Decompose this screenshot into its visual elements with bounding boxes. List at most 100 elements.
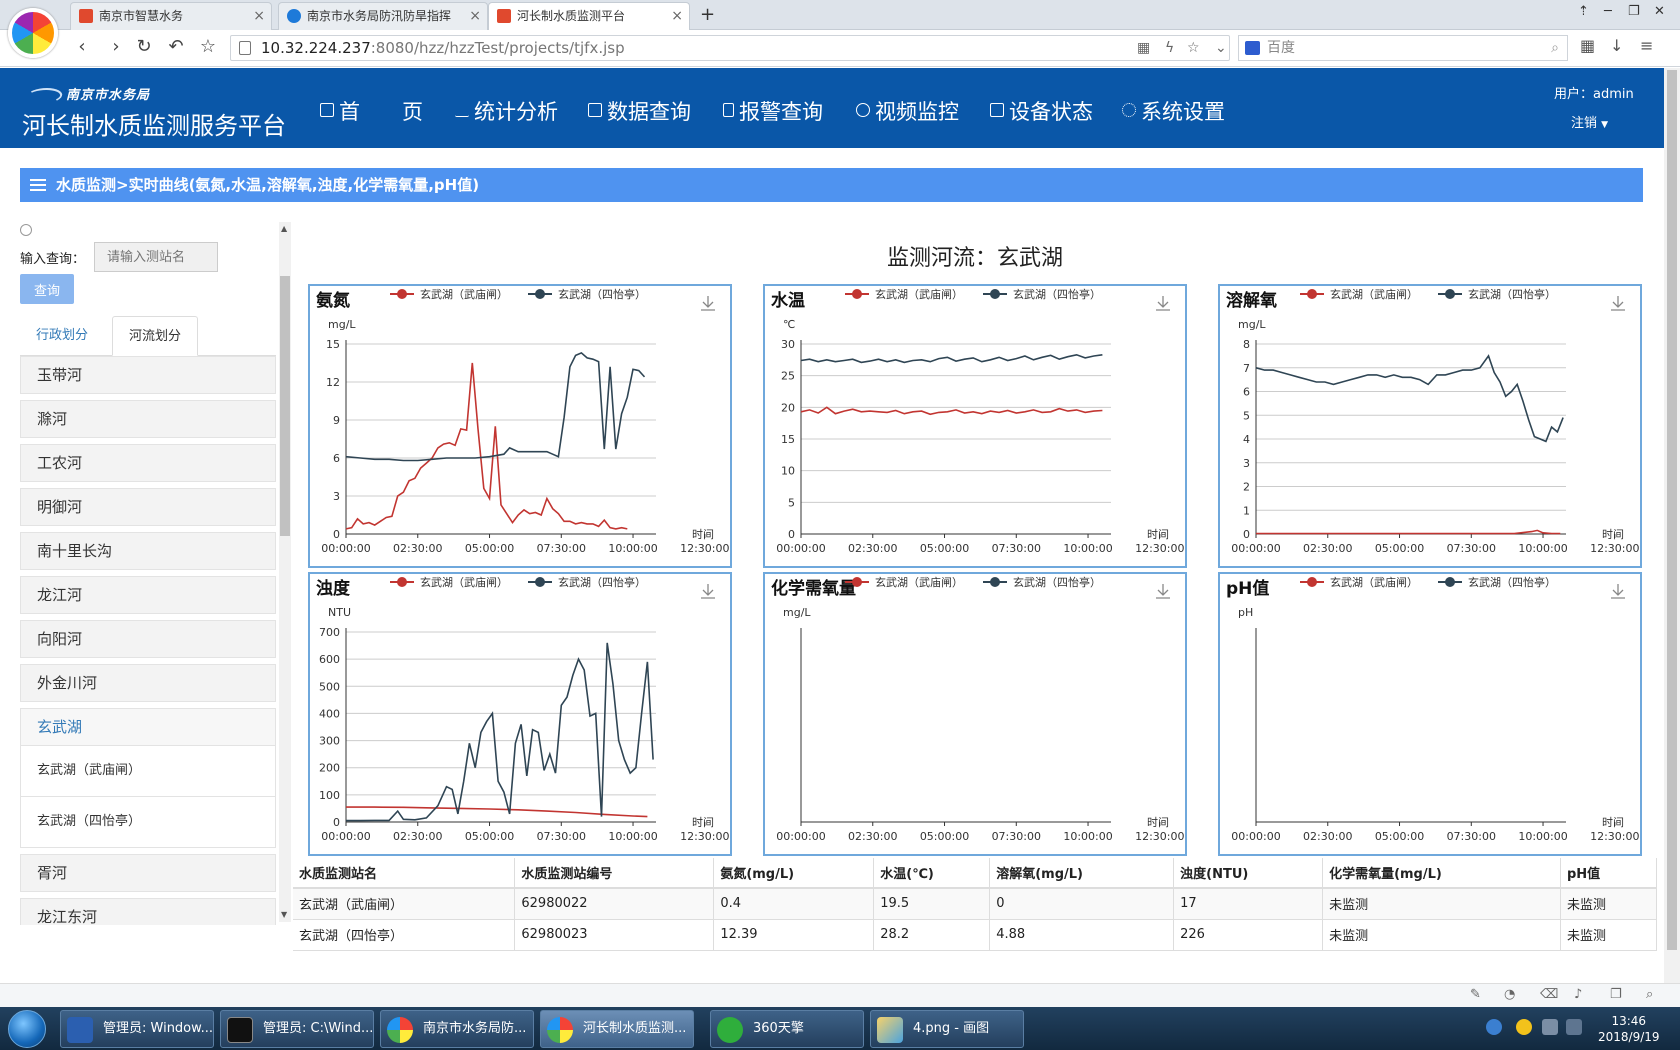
x-tick-label: 12:30:00 <box>680 830 729 843</box>
menu-icon[interactable]: ≡ <box>1640 36 1653 55</box>
river-item[interactable]: 龙江东河 <box>20 898 276 925</box>
browser-tab-title: 河长制水质监测平台 <box>517 9 626 23</box>
volume-tray-icon[interactable] <box>1566 1019 1582 1035</box>
logout-dropdown[interactable]: 注销 ▼ <box>1571 112 1608 131</box>
start-button[interactable] <box>8 1010 46 1048</box>
nav-system-settings[interactable]: 系统设置 <box>1122 96 1225 126</box>
browser-tab-title: 南京市水务局防汛防旱指挥 <box>307 9 452 23</box>
y-tick-label: 5 <box>788 496 795 509</box>
radio-button[interactable] <box>20 224 32 236</box>
close-tab-icon[interactable]: × <box>671 3 683 29</box>
favorite-star-icon[interactable]: ☆ <box>196 36 220 57</box>
x-tick-label: 02:30:00 <box>1303 830 1352 843</box>
volume-icon[interactable]: ♪ <box>1574 987 1582 1002</box>
lightning-icon[interactable]: ϟ <box>1165 36 1174 60</box>
forward-button[interactable]: › <box>104 36 128 57</box>
tab-admin-division[interactable]: 行政划分 <box>20 316 104 356</box>
taskbar-item[interactable]: 南京市水务局防... <box>380 1010 534 1048</box>
station-item[interactable]: 玄武湖（武庙闸） <box>20 746 276 797</box>
river-item[interactable]: 胥河 <box>20 854 276 892</box>
scroll-up-icon[interactable]: ▲ <box>281 224 287 233</box>
query-button[interactable]: 查询 <box>20 274 74 304</box>
url-field[interactable]: 10.32.224.237:8080/hzz/hzzTest/projects/… <box>230 35 1230 61</box>
search-input[interactable]: 百度 ⌕ <box>1238 35 1568 61</box>
river-item[interactable]: 工农河 <box>20 444 276 482</box>
series-line <box>345 351 646 462</box>
close-window-button[interactable]: ✕ <box>1654 4 1665 19</box>
x-axis-label: 时间 <box>692 528 714 541</box>
nav-alarm-query[interactable]: 报警查询 <box>723 96 823 126</box>
zoom-icon[interactable]: ⌕ <box>1646 987 1653 1002</box>
reload-button[interactable]: ↻ <box>132 36 156 57</box>
apps-grid-icon[interactable]: ▦ <box>1580 36 1595 55</box>
pin-icon[interactable]: ✎ <box>1470 987 1481 1002</box>
river-item[interactable]: 龙江河 <box>20 576 276 614</box>
chart-title: 溶解氧 <box>1226 290 1277 311</box>
back-button[interactable]: ‹ <box>70 36 94 57</box>
river-item[interactable]: 滁河 <box>20 400 276 438</box>
speed-icon[interactable]: ◔ <box>1504 987 1515 1002</box>
nav-statistics[interactable]: 统计分析 <box>455 96 558 126</box>
legend-marker <box>535 577 545 587</box>
scroll-down-icon[interactable]: ▼ <box>281 910 287 919</box>
chart-svg: 浊度 玄武湖（武庙闸） 玄武湖（四怡亭） NTU 时间 0 100 200 300 400 500 6… <box>316 575 729 843</box>
search-icon[interactable]: ⌕ <box>1551 36 1559 60</box>
security-tray-icon[interactable] <box>1516 1019 1532 1035</box>
maximize-button[interactable]: ❐ <box>1628 4 1640 19</box>
flag-tray-icon[interactable] <box>1542 1019 1558 1035</box>
taskbar-item[interactable]: 4.png - 画图 <box>870 1010 1024 1048</box>
scrollbar-thumb[interactable] <box>1667 70 1677 950</box>
legend-marker <box>1307 289 1317 299</box>
nav-video-monitor[interactable]: 视频监控 <box>856 96 959 126</box>
taskbar-item-active[interactable]: 河长制水质监测... <box>540 1010 694 1048</box>
bookmark-star-icon[interactable]: ☆ <box>1187 36 1200 60</box>
browser-logo-icon[interactable] <box>8 8 58 58</box>
trash-icon[interactable]: ⌫ <box>1540 987 1558 1002</box>
close-tab-icon[interactable]: × <box>253 3 265 29</box>
river-item-selected[interactable]: 玄武湖 <box>20 708 276 746</box>
taskbar-label: 管理员: C:\Wind... <box>263 1021 374 1036</box>
y-axis-unit: ℃ <box>783 318 795 331</box>
window-icon[interactable]: ❐ <box>1610 987 1622 1002</box>
river-item[interactable]: 向阳河 <box>20 620 276 658</box>
river-item[interactable]: 明御河 <box>20 488 276 526</box>
y-tick-label: 0 <box>1243 528 1250 541</box>
x-tick-label: 10:00:00 <box>608 830 657 843</box>
taskbar-label: 管理员: Window... <box>103 1021 213 1036</box>
browser-tab-2[interactable]: 南京市水务局防汛防旱指挥 × <box>278 2 488 30</box>
river-item[interactable]: 外金川河 <box>20 664 276 702</box>
x-tick-label: 00:00:00 <box>776 830 825 843</box>
pin-icon[interactable]: ⇡ <box>1578 4 1589 19</box>
nav-device-status[interactable]: 设备状态 <box>990 96 1093 126</box>
browser-tab-1[interactable]: 南京市智慧水务 × <box>70 2 272 30</box>
river-item[interactable]: 玉带河 <box>20 356 276 394</box>
table-cell: 玄武湖（武庙闸） <box>293 888 516 920</box>
taskbar-item[interactable]: 管理员: Window... <box>60 1010 214 1048</box>
table-cell: 未监测 <box>1560 919 1658 951</box>
station-item[interactable]: 玄武湖（四怡亭） <box>20 797 276 848</box>
new-tab-button[interactable]: + <box>700 2 715 28</box>
browser-tab-3[interactable]: 河长制水质监测平台 × <box>488 2 690 30</box>
y-tick-label: 700 <box>319 626 340 639</box>
x-tick-label: 07:30:00 <box>1447 542 1496 555</box>
close-tab-icon[interactable]: × <box>469 3 481 29</box>
nav-home[interactable]: 首 页 <box>320 96 423 126</box>
minimize-button[interactable]: ─ <box>1604 4 1612 19</box>
legend-marker <box>1445 577 1455 587</box>
taskbar-item[interactable]: 360天擎 <box>710 1010 864 1048</box>
x-tick-label: 10:00:00 <box>1518 830 1567 843</box>
system-clock[interactable]: 13:46 2018/9/19 <box>1598 1013 1660 1045</box>
network-tray-icon[interactable] <box>1486 1019 1502 1035</box>
page-scrollbar[interactable] <box>1664 68 1680 988</box>
scrollbar-thumb[interactable] <box>280 276 290 536</box>
tab-river-division[interactable]: 河流划分 <box>112 316 199 356</box>
chevron-down-icon[interactable]: ⌄ <box>1215 36 1227 60</box>
download-icon[interactable]: ↓ <box>1610 36 1623 55</box>
taskbar-item[interactable]: 管理员: C:\Wind... <box>220 1010 374 1048</box>
sidebar-scrollbar[interactable]: ▲ ▼ <box>279 222 291 922</box>
undo-button[interactable]: ↶ <box>164 36 188 57</box>
nav-data-query[interactable]: 数据查询 <box>588 96 691 126</box>
river-item[interactable]: 南十里长沟 <box>20 532 276 570</box>
favicon-icon <box>497 9 511 23</box>
qr-code-icon[interactable]: ▦ <box>1137 36 1150 60</box>
